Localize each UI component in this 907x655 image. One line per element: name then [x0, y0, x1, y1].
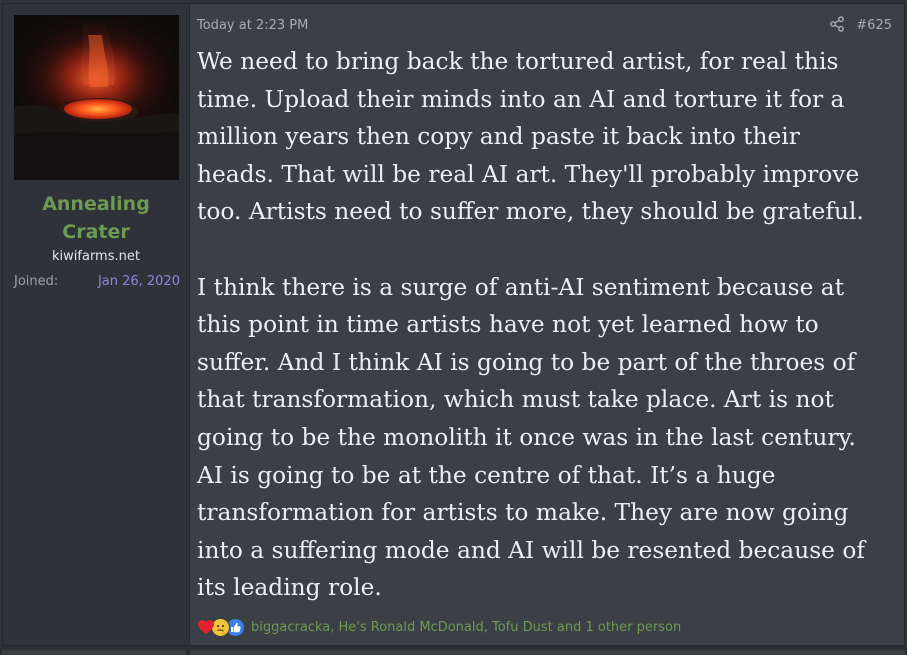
post-number-link[interactable]: #625	[856, 18, 892, 33]
message-line: heads. That will be real AI art. They'll…	[197, 160, 860, 188]
message-line: I think there is a surge of anti-AI sent…	[197, 273, 845, 301]
heart-icon	[198, 620, 214, 634]
post-timestamp[interactable]: Today at 2:23 PM	[197, 18, 308, 33]
reactions-bar[interactable]: biggacracka, He's Ronald McDonald, Tofu …	[197, 616, 681, 638]
message-line: transformation for artists to make. They…	[197, 499, 849, 527]
avatar[interactable]	[14, 15, 179, 180]
message-line: time. Upload their minds into an AI and …	[197, 85, 845, 113]
message-line: suffer. And I think AI is going to be pa…	[197, 348, 856, 376]
message-line: too. Artists need to suffer more, they s…	[197, 198, 864, 226]
message-line: into a suffering mode and AI will be res…	[197, 536, 865, 564]
joined-date: Jan 26, 2020	[97, 274, 180, 289]
username-line-2: Crater	[62, 221, 130, 243]
message-line: going to be the monolith it once was in …	[197, 423, 856, 451]
next-post-edge	[0, 646, 907, 655]
message-line: million years then copy and paste it bac…	[197, 123, 800, 151]
message-line: We need to bring back the tortured artis…	[197, 48, 839, 75]
reaction-users-link[interactable]: biggacracka, He's Ronald McDonald, Tofu …	[251, 620, 681, 635]
joined-label: Joined:	[14, 274, 59, 289]
message-line: AI is going to be at the centre of that.…	[197, 461, 776, 489]
message-line: that transformation, which must take pla…	[197, 386, 834, 414]
post-container: Annealing Crater kiwifarms.net Joined: J…	[2, 3, 905, 646]
message-body: We need to bring back the tortured artis…	[197, 43, 897, 607]
user-info-panel: Annealing Crater kiwifarms.net Joined: J…	[3, 4, 190, 645]
username-line-1: Annealing	[42, 193, 150, 215]
volcano-crater-image	[14, 15, 179, 180]
user-title: kiwifarms.net	[52, 249, 140, 264]
message-line: its leading role.	[197, 574, 382, 602]
share-icon[interactable]	[829, 16, 845, 32]
message-line: this point in time artists have not yet …	[197, 311, 819, 339]
username[interactable]: Annealing Crater	[3, 190, 189, 246]
